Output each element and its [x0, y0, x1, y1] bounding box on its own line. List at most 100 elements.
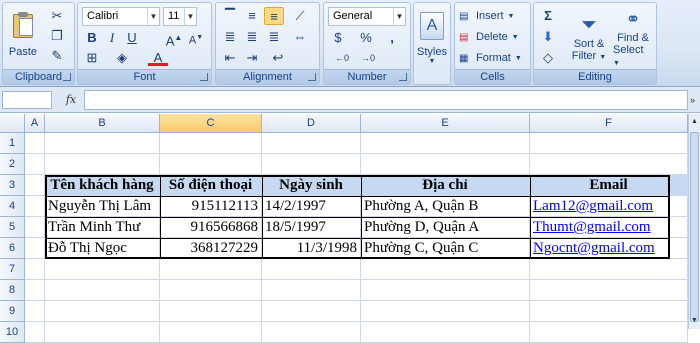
- grid-cell[interactable]: [25, 301, 45, 322]
- grid-cell[interactable]: [160, 280, 262, 301]
- grid-cell[interactable]: [361, 259, 530, 280]
- worksheet-grid[interactable]: A B C D E F 1 2 3 4 5 6 7 8 9 10 Tên khách hàng Số điện t…: [0, 114, 700, 343]
- borders-icon[interactable]: ⊞: [82, 49, 102, 67]
- scroll-up-icon[interactable]: ▲: [689, 116, 700, 128]
- scroll-down-icon[interactable]: ▼: [689, 315, 700, 327]
- find-select-button[interactable]: ⚭ Find & Select ▼: [612, 5, 654, 69]
- grid-cell[interactable]: [25, 154, 45, 175]
- grid-cell[interactable]: [262, 280, 361, 301]
- grid-cell[interactable]: [25, 238, 45, 259]
- row-header-10[interactable]: 10: [0, 322, 25, 343]
- grid-cell[interactable]: [530, 133, 688, 154]
- grid-cell[interactable]: [45, 322, 160, 343]
- grid-cell[interactable]: [530, 301, 688, 322]
- grid-cell[interactable]: [361, 154, 530, 175]
- grid-cell[interactable]: [160, 259, 262, 280]
- number-format-box[interactable]: General ▼: [328, 7, 406, 26]
- merge-center-icon[interactable]: ⇔: [290, 28, 310, 46]
- column-header-d[interactable]: D: [262, 114, 361, 133]
- align-middle-icon[interactable]: ≡: [242, 7, 262, 25]
- autosum-icon[interactable]: Σ: [538, 7, 558, 25]
- decrease-decimal-icon[interactable]: →0: [358, 49, 378, 67]
- align-center-icon[interactable]: ≣: [242, 28, 262, 46]
- row-header-8[interactable]: 8: [0, 280, 25, 301]
- styles-button[interactable]: A Styles ▼: [415, 7, 449, 69]
- grid-cell[interactable]: [262, 133, 361, 154]
- row-header-6[interactable]: 6: [0, 238, 25, 259]
- format-painter-icon[interactable]: ✎: [47, 47, 67, 65]
- grid-cell[interactable]: [160, 154, 262, 175]
- grid-cell[interactable]: [45, 301, 160, 322]
- increase-indent-icon[interactable]: ⇥: [242, 49, 262, 67]
- currency-icon[interactable]: $: [328, 29, 348, 47]
- grid-cell[interactable]: [361, 133, 530, 154]
- increase-font-icon[interactable]: A▲: [164, 29, 184, 48]
- grid-cell[interactable]: [361, 280, 530, 301]
- grid-cell[interactable]: [361, 301, 530, 322]
- sort-filter-button[interactable]: ⏷ Sort & Filter ▼: [568, 5, 610, 69]
- number-launcher-icon[interactable]: [399, 73, 407, 81]
- grid-cell[interactable]: [45, 133, 160, 154]
- grid-cell[interactable]: [530, 322, 688, 343]
- row-header-7[interactable]: 7: [0, 259, 25, 280]
- percent-icon[interactable]: %: [356, 29, 376, 47]
- comma-style-icon[interactable]: ,: [382, 29, 402, 47]
- grid-cell[interactable]: [530, 280, 688, 301]
- grid-cell[interactable]: [25, 322, 45, 343]
- grid-cell[interactable]: [160, 133, 262, 154]
- name-box[interactable]: [2, 91, 52, 109]
- grid-cell[interactable]: [25, 196, 45, 217]
- grid-cell[interactable]: [530, 154, 688, 175]
- decrease-indent-icon[interactable]: ⇤: [220, 49, 240, 67]
- clear-icon[interactable]: ◇: [538, 49, 558, 67]
- column-header-c[interactable]: C: [160, 114, 262, 133]
- row-header-2[interactable]: 2: [0, 154, 25, 175]
- row-header-4[interactable]: 4: [0, 196, 25, 217]
- formula-input[interactable]: [84, 90, 688, 110]
- grid-cell[interactable]: [262, 154, 361, 175]
- paste-button[interactable]: Paste: [6, 5, 40, 65]
- underline-icon[interactable]: U: [122, 29, 142, 47]
- grid-cell[interactable]: [262, 322, 361, 343]
- grid-cell[interactable]: [25, 259, 45, 280]
- align-top-icon[interactable]: ▔: [220, 7, 240, 25]
- format-button[interactable]: ▦ Format ▼: [458, 49, 528, 67]
- align-left-icon[interactable]: ≣: [220, 28, 240, 46]
- font-color-icon[interactable]: A: [148, 49, 168, 66]
- grid-cell[interactable]: [45, 154, 160, 175]
- italic-icon[interactable]: I: [102, 29, 122, 47]
- fill-color-icon[interactable]: ◈: [112, 49, 132, 67]
- grid-cell[interactable]: [25, 175, 45, 196]
- grid-cell[interactable]: [361, 322, 530, 343]
- grid-cell[interactable]: [160, 322, 262, 343]
- grid-cell[interactable]: [25, 280, 45, 301]
- row-header-1[interactable]: 1: [0, 133, 25, 154]
- column-header-b[interactable]: B: [45, 114, 160, 133]
- increase-decimal-icon[interactable]: ←0: [332, 49, 352, 67]
- delete-button[interactable]: ▤ Delete ▼: [458, 28, 528, 46]
- align-right-icon[interactable]: ≣: [264, 28, 284, 46]
- font-name-box[interactable]: Calibri ▼: [82, 7, 160, 26]
- row-header-9[interactable]: 9: [0, 301, 25, 322]
- font-launcher-icon[interactable]: [200, 73, 208, 81]
- grid-cell[interactable]: [45, 280, 160, 301]
- expand-formula-bar-icon[interactable]: »: [690, 91, 700, 109]
- vertical-scrollbar[interactable]: ▲ ▼: [688, 114, 700, 329]
- column-header-a[interactable]: A: [25, 114, 45, 133]
- scroll-thumb[interactable]: [690, 132, 699, 322]
- grid-cell[interactable]: [25, 133, 45, 154]
- wrap-text-icon[interactable]: ↩: [268, 49, 288, 67]
- bold-icon[interactable]: B: [82, 29, 102, 47]
- insert-button[interactable]: ▤ Insert ▼: [458, 7, 528, 25]
- grid-cell[interactable]: [530, 259, 688, 280]
- align-bottom-icon[interactable]: ≡: [264, 7, 284, 25]
- column-header-f[interactable]: F: [530, 114, 688, 133]
- orientation-icon[interactable]: ⟋: [290, 7, 310, 25]
- font-size-box[interactable]: 11 ▼: [163, 7, 197, 26]
- alignment-launcher-icon[interactable]: [308, 73, 316, 81]
- grid-cell[interactable]: [262, 259, 361, 280]
- row-header-5[interactable]: 5: [0, 217, 25, 238]
- column-header-e[interactable]: E: [361, 114, 530, 133]
- clipboard-launcher-icon[interactable]: [63, 73, 71, 81]
- row-header-3[interactable]: 3: [0, 175, 25, 196]
